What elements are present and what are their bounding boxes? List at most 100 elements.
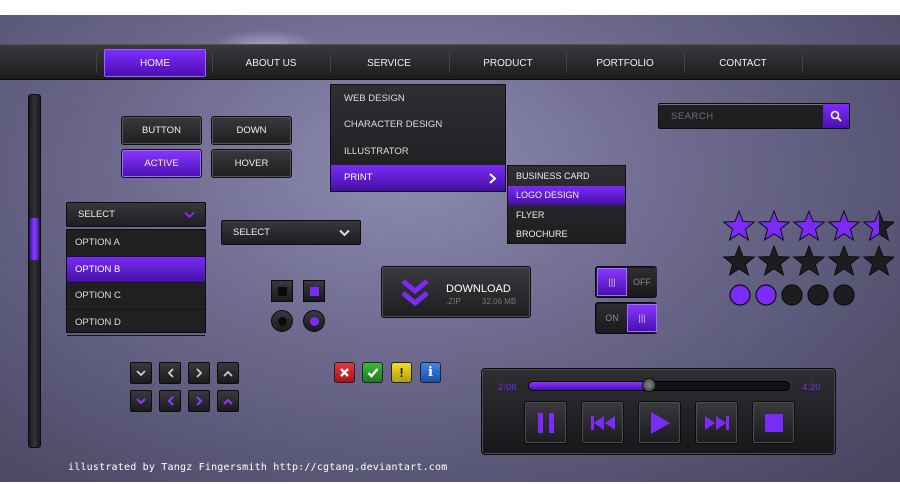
play-button[interactable] xyxy=(638,401,681,444)
button-hover[interactable]: HOVER xyxy=(211,149,292,178)
star-icon[interactable] xyxy=(792,210,826,242)
close-icon[interactable] xyxy=(334,362,355,383)
previous-icon xyxy=(590,415,615,430)
arrow-left-button-active[interactable] xyxy=(159,390,181,412)
download-button[interactable]: DOWNLOAD .ZIP 32.06 MB xyxy=(381,266,531,318)
arrow-up-button[interactable] xyxy=(217,362,239,384)
checkbox-unchecked[interactable] xyxy=(271,280,293,302)
chevron-right-icon xyxy=(489,172,497,184)
submenu-item-brochure[interactable]: BROCHURE xyxy=(508,225,625,245)
select-dropdown-open[interactable]: SELECT xyxy=(66,202,206,227)
nav-item-home[interactable]: HOME xyxy=(104,49,206,77)
nav-separator xyxy=(330,53,331,73)
play-icon xyxy=(650,411,670,434)
radio-unselected[interactable] xyxy=(271,310,293,332)
button-active[interactable]: ACTIVE xyxy=(121,149,202,178)
arrow-right-button-active[interactable] xyxy=(188,390,210,412)
star-icon[interactable] xyxy=(792,244,826,277)
elapsed-time: 2:06 xyxy=(498,382,517,393)
select-options-list: OPTION A OPTION B OPTION C OPTION D xyxy=(66,229,206,336)
chevron-down-icon xyxy=(339,229,350,237)
select-option-b[interactable]: OPTION B xyxy=(67,256,205,283)
arrow-down-button[interactable] xyxy=(130,362,152,384)
nav-item-contact[interactable]: CONTACT xyxy=(686,49,800,77)
toggle-switch-off[interactable]: ||| OFF xyxy=(595,266,657,298)
rating-dot[interactable] xyxy=(729,284,751,306)
download-size: 32.06 MB xyxy=(482,297,517,306)
button-normal[interactable]: BUTTON xyxy=(121,116,202,145)
toggle-off-label: OFF xyxy=(627,268,657,296)
pause-button[interactable] xyxy=(524,401,567,444)
top-margin xyxy=(0,0,900,15)
progress-knob[interactable] xyxy=(641,378,656,392)
arrow-right-button[interactable] xyxy=(188,362,210,384)
checkbox-mark xyxy=(309,286,319,296)
star-icon[interactable] xyxy=(827,210,861,242)
next-button[interactable] xyxy=(695,401,738,444)
search-box[interactable]: SEARCH xyxy=(658,103,850,129)
rating-dot[interactable] xyxy=(781,284,803,306)
nav-item-product[interactable]: PRODUCT xyxy=(451,49,565,77)
search-button[interactable] xyxy=(823,104,849,128)
search-input[interactable]: SEARCH xyxy=(671,111,714,122)
nav-separator xyxy=(566,53,567,73)
select-dropdown-closed[interactable]: SELECT xyxy=(221,220,361,245)
scrollbar-thumb[interactable] xyxy=(30,218,39,260)
select-label: SELECT xyxy=(78,209,115,220)
chevron-down-icon xyxy=(136,397,146,404)
rating-dot[interactable] xyxy=(833,284,855,306)
star-icon[interactable] xyxy=(722,210,756,242)
pause-icon xyxy=(537,412,554,433)
checkmark-icon[interactable] xyxy=(362,362,383,383)
menu-item-web-design[interactable]: WEB DESIGN xyxy=(331,85,505,112)
select-option-c[interactable]: OPTION C xyxy=(67,283,205,310)
nav-separator xyxy=(96,53,97,73)
submenu-item-flyer[interactable]: FLYER xyxy=(508,205,625,225)
menu-item-character-design[interactable]: CHARACTER DESIGN xyxy=(331,112,505,139)
toggle-grip: ||| xyxy=(597,268,627,296)
chevron-right-icon xyxy=(195,368,202,378)
radio-selected[interactable] xyxy=(303,310,325,332)
warning-icon[interactable]: ! xyxy=(391,362,412,383)
select-option-a[interactable]: OPTION A xyxy=(67,230,205,257)
arrow-down-button-active[interactable] xyxy=(130,390,152,412)
nav-item-service[interactable]: SERVICE xyxy=(332,49,446,77)
chevron-down-icon xyxy=(136,369,146,376)
submenu-item-business-card[interactable]: BUSINESS CARD xyxy=(508,166,625,186)
toggle-switch-on[interactable]: ON ||| xyxy=(595,302,657,334)
checkbox-checked[interactable] xyxy=(303,280,325,302)
progress-track[interactable] xyxy=(528,378,790,392)
star-icon[interactable] xyxy=(757,244,791,277)
print-submenu: BUSINESS CARD LOGO DESIGN FLYER BROCHURE xyxy=(507,165,626,244)
nav-item-portfolio[interactable]: PORTFOLIO xyxy=(568,49,682,77)
toggle-on-label: ON xyxy=(597,304,627,332)
next-icon xyxy=(704,415,729,430)
star-icon[interactable] xyxy=(827,244,861,277)
previous-button[interactable] xyxy=(581,401,624,444)
nav-separator xyxy=(684,53,685,73)
info-icon[interactable]: i xyxy=(420,362,441,383)
rating-dot[interactable] xyxy=(755,284,777,306)
menu-item-illustrator[interactable]: ILLUSTRATOR xyxy=(331,138,505,165)
nav-separator xyxy=(212,53,213,73)
arrow-left-button[interactable] xyxy=(159,362,181,384)
star-icon[interactable] xyxy=(862,210,894,242)
radio-dot xyxy=(309,316,319,326)
star-icon[interactable] xyxy=(862,244,894,277)
arrow-up-button-active[interactable] xyxy=(217,390,239,412)
submenu-item-logo-design[interactable]: LOGO DESIGN xyxy=(508,185,625,205)
menu-item-print[interactable]: PRINT xyxy=(331,164,505,191)
vertical-scrollbar[interactable] xyxy=(28,94,41,448)
chevron-left-icon xyxy=(167,368,174,378)
button-down[interactable]: DOWN xyxy=(211,116,292,145)
star-rating-group xyxy=(722,210,894,306)
star-icon[interactable] xyxy=(722,244,756,277)
stop-button[interactable] xyxy=(752,401,795,444)
star-icon[interactable] xyxy=(757,210,791,242)
rating-dot[interactable] xyxy=(807,284,829,306)
checkbox-mark xyxy=(277,286,287,296)
download-ext: .ZIP xyxy=(446,297,461,306)
nav-item-about-us[interactable]: ABOUT US xyxy=(214,49,328,77)
select-option-d[interactable]: OPTION D xyxy=(67,310,205,336)
service-dropdown-menu: WEB DESIGN CHARACTER DESIGN ILLUSTRATOR … xyxy=(330,84,506,192)
